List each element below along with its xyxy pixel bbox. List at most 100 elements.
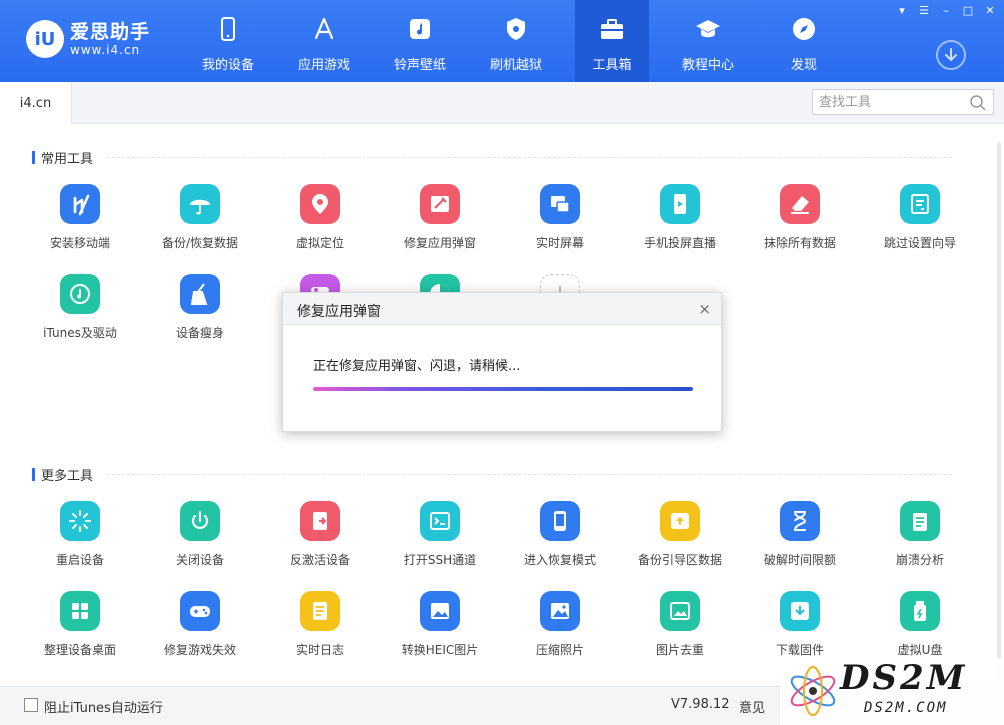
block-itunes-checkbox[interactable]: [24, 698, 38, 712]
tab-bar: i4.cn: [0, 82, 1004, 124]
tool-label: 备份引导区数据: [637, 553, 722, 567]
nav-apps-games[interactable]: 应用游戏: [276, 0, 372, 82]
tool-label: 修复应用弹窗: [403, 236, 476, 250]
download-manager-button[interactable]: [936, 40, 966, 70]
maximize-icon[interactable]: □: [960, 4, 976, 18]
hourglass-icon: [780, 501, 820, 541]
logo-badge: iU: [26, 20, 64, 58]
tool-item[interactable]: iTunes及驱动: [20, 274, 140, 354]
download-arrow-icon: [945, 48, 957, 62]
dialog-close-icon[interactable]: ×: [698, 300, 711, 318]
tool-item[interactable]: 修复应用弹窗: [380, 184, 500, 264]
tool-item[interactable]: 进入恢复模式: [500, 501, 620, 581]
usb-drive-icon: [900, 591, 940, 631]
search-input[interactable]: [819, 94, 969, 110]
tool-label: 实时屏幕: [535, 236, 584, 250]
search-icon[interactable]: [969, 94, 987, 112]
section-more-tools: 更多工具: [32, 465, 952, 484]
tool-item[interactable]: 备份引导区数据: [620, 501, 740, 581]
close-icon[interactable]: ✕: [982, 4, 998, 18]
tool-label: 抹除所有数据: [763, 236, 836, 250]
nav-tutorials[interactable]: 教程中心: [660, 0, 756, 82]
tool-item[interactable]: 整理设备桌面: [20, 591, 140, 671]
phone-icon: [221, 17, 235, 41]
location-pin-icon: [300, 184, 340, 224]
tool-label: 安装移动端: [49, 236, 110, 250]
tool-item[interactable]: 设备瘦身: [140, 274, 260, 354]
vertical-scrollbar[interactable]: [996, 142, 1002, 682]
tool-label: 虚拟定位: [295, 236, 344, 250]
tool-item[interactable]: 反激活设备: [260, 501, 380, 581]
tool-item[interactable]: 图片去重: [620, 591, 740, 671]
nav-label: 工具箱: [592, 58, 632, 73]
skin-icon[interactable]: ▾: [894, 4, 910, 18]
tool-label: 修复游戏失效: [163, 643, 236, 657]
nav-label: 应用游戏: [297, 58, 350, 73]
tool-item[interactable]: 崩溃分析: [860, 501, 980, 581]
nav-my-device[interactable]: 我的设备: [180, 0, 276, 82]
version-label: V7.98.12: [671, 697, 730, 712]
tool-item[interactable]: 跳过设置向导: [860, 184, 980, 264]
wrench-icon: [420, 184, 460, 224]
nav-label: 我的设备: [201, 58, 254, 73]
nav-ringtones-wallpapers[interactable]: 铃声壁纸: [372, 0, 468, 82]
tool-label: 重启设备: [55, 553, 104, 567]
gamepad-icon: [180, 591, 220, 631]
logo-url: www.i4.cn: [70, 43, 141, 57]
top-navigation-bar: iU 爱思助手 www.i4.cn 我的设备 应用游戏 铃声壁纸 刷机越狱 工具…: [0, 0, 1004, 82]
nav-toolbox[interactable]: 工具箱: [575, 0, 649, 82]
tool-item[interactable]: 重启设备: [20, 501, 140, 581]
nav-discover[interactable]: 发现: [756, 0, 852, 82]
watermark-sub: DS2M.COM: [864, 700, 948, 716]
appstore-icon: [314, 17, 334, 40]
tool-label: 进入恢复模式: [523, 553, 596, 567]
umbrella-icon: [180, 184, 220, 224]
i4-app-icon: [60, 184, 100, 224]
tool-item[interactable]: 关闭设备: [140, 501, 260, 581]
tool-label: 虚拟U盘: [897, 643, 943, 657]
tool-item[interactable]: 抹除所有数据: [740, 184, 860, 264]
itunes-icon: [60, 274, 100, 314]
tool-label: 下载固件: [775, 643, 824, 657]
shield-icon: [507, 18, 525, 40]
broom-icon: [180, 274, 220, 314]
deactivate-icon: [300, 501, 340, 541]
power-icon: [180, 501, 220, 541]
tool-item[interactable]: 破解时间限额: [740, 501, 860, 581]
tool-item[interactable]: 打开SSH通道: [380, 501, 500, 581]
tool-label: 图片去重: [655, 643, 704, 657]
tool-item[interactable]: 虚拟定位: [260, 184, 380, 264]
search-box[interactable]: [812, 89, 994, 115]
tool-item[interactable]: 手机投屏直播: [620, 184, 740, 264]
progress-bar: [313, 387, 693, 391]
grid-icon: [60, 591, 100, 631]
tool-item[interactable]: 转换HEIC图片: [380, 591, 500, 671]
dialog-header: 修复应用弹窗 ×: [283, 293, 721, 325]
tool-label: 转换HEIC图片: [401, 643, 479, 657]
compass-icon: [793, 18, 815, 40]
tab-i4[interactable]: i4.cn: [0, 82, 72, 124]
feedback-link[interactable]: 意见: [739, 697, 765, 716]
tool-item[interactable]: 实时日志: [260, 591, 380, 671]
eraser-icon: [780, 184, 820, 224]
tool-label: 手机投屏直播: [643, 236, 716, 250]
clipboard-icon: [900, 501, 940, 541]
repair-popup-dialog: 修复应用弹窗 × 正在修复应用弹窗、闪退，请稍候...: [282, 292, 722, 432]
tool-item[interactable]: 压缩照片: [500, 591, 620, 671]
tool-item[interactable]: 修复游戏失效: [140, 591, 260, 671]
tool-label: 设备瘦身: [175, 326, 224, 340]
minimize-icon[interactable]: –: [938, 4, 954, 18]
graduation-cap-icon: [696, 20, 720, 38]
nav-label: 发现: [790, 58, 817, 73]
tool-label: 备份/恢复数据: [161, 236, 239, 250]
dialog-title: 修复应用弹窗: [297, 304, 381, 320]
tool-item[interactable]: 安装移动端: [20, 184, 140, 264]
menu-icon[interactable]: ☰: [916, 4, 932, 18]
nav-flash-jailbreak[interactable]: 刷机越狱: [468, 0, 564, 82]
block-itunes-label[interactable]: 阻止iTunes自动运行: [44, 697, 163, 716]
tool-item[interactable]: 实时屏幕: [500, 184, 620, 264]
tool-item[interactable]: 备份/恢复数据: [140, 184, 260, 264]
app-logo: iU 爱思助手 www.i4.cn: [26, 20, 150, 58]
log-icon: [300, 591, 340, 631]
tool-label: 反激活设备: [289, 553, 350, 567]
